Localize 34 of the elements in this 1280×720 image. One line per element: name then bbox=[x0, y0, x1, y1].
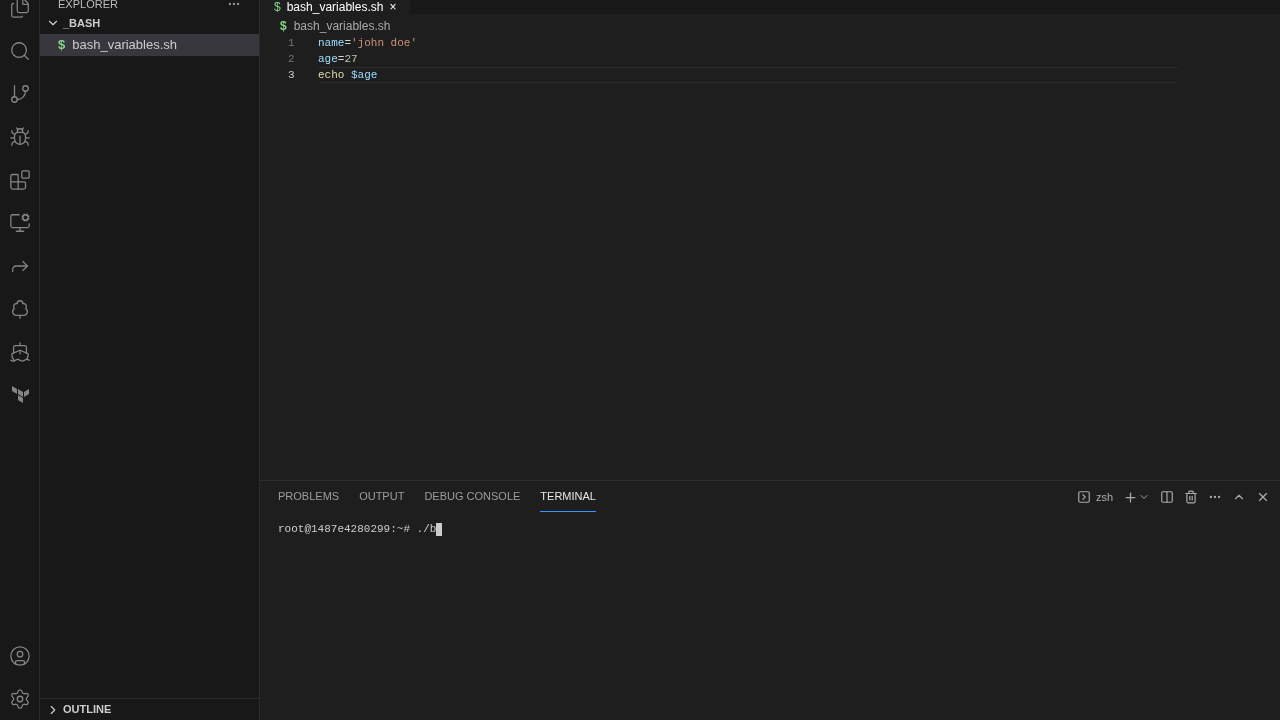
account-icon[interactable] bbox=[8, 644, 31, 667]
code-line: age=27 bbox=[318, 51, 359, 67]
split-icon[interactable] bbox=[1160, 490, 1174, 504]
close-icon[interactable] bbox=[1256, 490, 1270, 504]
bug-icon[interactable] bbox=[8, 125, 31, 148]
outline-header[interactable]: OUTLINE bbox=[40, 698, 259, 720]
source-control-icon[interactable] bbox=[8, 82, 31, 105]
terminal-cursor bbox=[436, 522, 443, 536]
terminal-icon bbox=[1076, 490, 1091, 504]
panel-tab[interactable]: TERMINAL bbox=[540, 482, 596, 512]
monitor-icon[interactable] bbox=[8, 211, 31, 234]
search-icon[interactable] bbox=[8, 39, 31, 62]
files-icon[interactable] bbox=[8, 0, 31, 19]
settings-icon[interactable] bbox=[8, 687, 31, 710]
panel-tab[interactable]: DEBUG CONSOLE bbox=[424, 482, 521, 512]
terminal-selector[interactable]: zsh bbox=[1076, 488, 1113, 506]
line-number: 2 bbox=[287, 51, 296, 67]
sidebar-title: EXPLORER bbox=[58, 0, 118, 10]
terminal-line: root@1487e4280299:~# ./b bbox=[278, 522, 437, 537]
editor-tab[interactable]: $ bash_variables.sh × bbox=[260, 0, 411, 14]
panel-tab[interactable]: PROBLEMS bbox=[278, 482, 340, 512]
breadcrumb-item[interactable]: bash_variables.sh bbox=[293, 17, 391, 35]
extensions-icon[interactable] bbox=[8, 168, 31, 191]
trash-icon[interactable] bbox=[1184, 490, 1198, 504]
line-number: 3 bbox=[287, 67, 296, 83]
new-terminal-icon[interactable] bbox=[1123, 489, 1138, 505]
panel-tab[interactable]: OUTPUT bbox=[359, 482, 405, 512]
line-number: 1 bbox=[287, 35, 296, 51]
code-line: echo $age bbox=[318, 67, 1178, 83]
code-line: name='john doe' bbox=[318, 35, 419, 51]
file-type-icon: $ bbox=[280, 17, 287, 35]
folder-header[interactable]: _BASH bbox=[40, 12, 259, 34]
terraform-logo-icon[interactable] bbox=[9, 384, 30, 405]
file-item[interactable]: $ bash_variables.sh bbox=[40, 34, 259, 56]
